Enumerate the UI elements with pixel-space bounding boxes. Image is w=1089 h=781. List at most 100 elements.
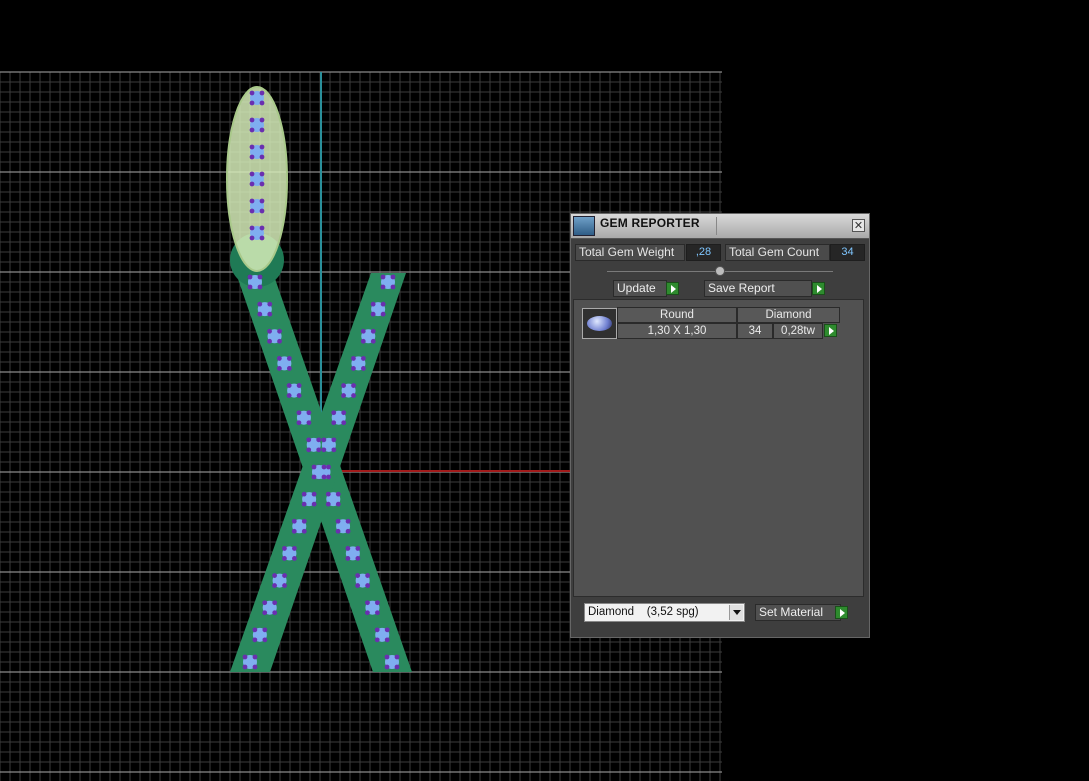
- gem-prong: [345, 546, 351, 551]
- gem-prong: [355, 556, 361, 561]
- gem-prong: [365, 573, 371, 578]
- gem-prong: [252, 637, 258, 643]
- gem-prong: [331, 447, 337, 453]
- gem-list[interactable]: Round Diamond 1,30 X 1,30 34 0,28tw: [573, 299, 864, 597]
- gem-prong: [259, 154, 265, 160]
- gem-prong: [306, 420, 312, 426]
- gem-prong: [384, 627, 390, 633]
- gem-prong: [326, 474, 331, 480]
- chevron-down-icon[interactable]: [729, 605, 743, 620]
- gem-prong: [380, 301, 386, 307]
- gem-prong: [311, 474, 317, 480]
- gem-prong: [321, 447, 327, 453]
- gem-prong: [257, 274, 263, 280]
- gem-prong: [249, 198, 255, 204]
- total-gem-weight-label: Total Gem Weight: [575, 244, 685, 261]
- gem-prong: [262, 600, 268, 606]
- gem-prong: [272, 583, 277, 588]
- gem-prong: [380, 284, 386, 290]
- gem-material-cell: Diamond: [737, 307, 840, 323]
- set-material-button[interactable]: Set Material: [755, 604, 841, 621]
- gem-reporter-icon: [573, 216, 595, 236]
- gem-prong: [331, 410, 337, 416]
- material-select-value: Diamond (3,52 spg): [588, 606, 699, 618]
- gem-prong: [296, 410, 302, 416]
- total-gem-count-label: Total Gem Count: [725, 244, 830, 261]
- gem-prong: [394, 664, 400, 670]
- gem-prong: [390, 274, 396, 280]
- gem-weight-cell: 0,28tw: [773, 323, 823, 339]
- gem-prong: [370, 311, 376, 317]
- save-report-button[interactable]: Save Report: [704, 280, 812, 297]
- gem-prong: [341, 383, 346, 388]
- gem-prong: [286, 366, 292, 371]
- gem-prong: [380, 311, 386, 317]
- gem-prong: [351, 366, 356, 371]
- gem-prong: [259, 117, 265, 123]
- gem-prong: [321, 464, 327, 470]
- gem-row-play-icon[interactable]: [824, 324, 837, 337]
- gem-prong: [249, 144, 255, 150]
- gem-prong: [341, 410, 347, 416]
- gem-prong: [259, 100, 265, 106]
- gem-prong: [267, 328, 272, 334]
- gem-prong: [370, 338, 376, 344]
- gem-prong: [311, 464, 317, 470]
- gem-prong: [331, 420, 337, 426]
- gem-prong: [394, 654, 400, 660]
- close-icon[interactable]: ✕: [852, 219, 865, 232]
- gem-prong: [365, 600, 370, 606]
- gem-prong: [351, 356, 356, 361]
- gem-stone-shape: [587, 316, 612, 331]
- gem-prong: [259, 144, 265, 150]
- gem-prong: [259, 235, 265, 241]
- gem-count-cell: 34: [737, 323, 773, 339]
- update-play-icon[interactable]: [666, 282, 679, 295]
- gem-prong: [259, 90, 265, 96]
- panel-titlebar[interactable]: GEM REPORTER ✕: [571, 214, 869, 239]
- gem-prong: [341, 393, 346, 398]
- gem-prong: [282, 573, 287, 578]
- gem-prong: [252, 627, 258, 633]
- gem-prong: [335, 528, 341, 534]
- slider-handle[interactable]: [715, 266, 725, 276]
- gem-prong: [311, 491, 317, 497]
- gem-prong: [355, 546, 361, 551]
- gem-prong: [249, 235, 255, 241]
- gem-prong: [249, 208, 255, 214]
- gem-prong: [345, 518, 351, 524]
- gem-prong: [259, 127, 265, 133]
- gem-prong: [249, 117, 255, 123]
- gem-prong: [301, 528, 307, 534]
- gem-prong: [282, 583, 287, 588]
- round-gem-icon[interactable]: [582, 308, 617, 339]
- gem-prong: [360, 328, 366, 334]
- gem-prong: [276, 356, 282, 361]
- gem-prong: [249, 181, 255, 187]
- gem-prong: [316, 437, 322, 443]
- gem-prong: [262, 610, 268, 616]
- gem-prong: [259, 171, 265, 177]
- gem-prong: [345, 528, 351, 534]
- gem-prong: [276, 366, 282, 371]
- gem-prong: [306, 410, 312, 416]
- gem-prong: [374, 637, 380, 643]
- gem-prong: [257, 284, 263, 290]
- gem-prong: [296, 393, 302, 398]
- gem-prong: [306, 447, 312, 453]
- viewport[interactable]: [0, 0, 1089, 781]
- material-select[interactable]: Diamond (3,52 spg): [584, 603, 745, 622]
- gem-prong: [286, 383, 292, 388]
- gem-prong: [267, 301, 273, 307]
- save-report-play-icon[interactable]: [812, 282, 825, 295]
- gem-size-cell: 1,30 X 1,30: [617, 323, 737, 339]
- gem-prong: [277, 338, 282, 344]
- set-material-play-icon[interactable]: [835, 606, 848, 619]
- gem-prong: [259, 198, 265, 204]
- gem-prong: [242, 654, 248, 660]
- update-button[interactable]: Update: [613, 280, 667, 297]
- gem-prong: [375, 610, 380, 616]
- gem-prong: [272, 573, 277, 578]
- gem-prong: [292, 546, 297, 551]
- gem-prong: [370, 328, 376, 334]
